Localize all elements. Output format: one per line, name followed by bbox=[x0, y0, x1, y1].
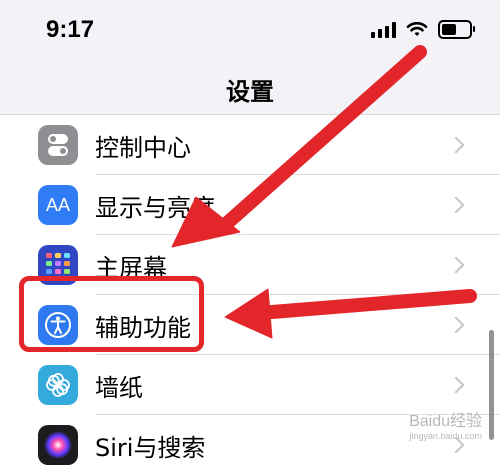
arrow-horizontal bbox=[265, 289, 477, 319]
scrollbar[interactable] bbox=[489, 330, 494, 440]
arrow-diagonal bbox=[218, 45, 427, 232]
watermark-sub: jingyan.baidu.com bbox=[409, 431, 482, 441]
watermark-text: Baidu经验 bbox=[409, 413, 482, 430]
arrow-horizontal-head bbox=[224, 288, 273, 339]
watermark: Baidu经验 jingyan.baidu.com bbox=[409, 407, 482, 441]
annotation-arrows bbox=[171, 45, 477, 339]
